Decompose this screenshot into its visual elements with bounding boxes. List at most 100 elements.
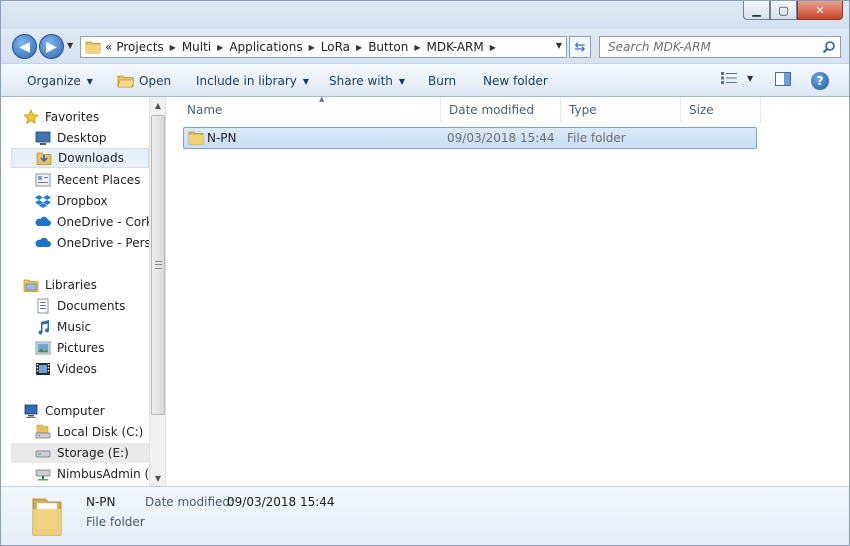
- documents-icon: [37, 298, 49, 314]
- preview-pane-button[interactable]: [775, 72, 791, 86]
- breadcrumb-lora[interactable]: LoRa: [321, 40, 350, 54]
- explorer-window: ▁ ▢ ✕ ◀ ▶ ▼ « Projects ▶ Multi ▶ Applica…: [0, 0, 850, 546]
- forward-button[interactable]: ▶: [39, 34, 64, 59]
- nav-dropbox[interactable]: Dropbox: [35, 191, 149, 211]
- nav-music[interactable]: Music: [35, 317, 149, 337]
- column-header-size[interactable]: Size: [681, 97, 761, 123]
- column-label: Type: [569, 103, 597, 117]
- music-icon: [38, 320, 49, 335]
- nav-local-disk[interactable]: Local Disk (C:): [35, 422, 149, 442]
- table-row[interactable]: N-PN 09/03/2018 15:44 File folder: [183, 127, 757, 149]
- nav-nimbusadmin[interactable]: NimbusAdmin (\: [35, 464, 149, 484]
- column-header-name[interactable]: ▲ Name: [179, 95, 441, 123]
- chevron-down-icon: ▼: [302, 76, 310, 86]
- preview-pane-icon: [775, 72, 791, 86]
- recent-pages-dropdown[interactable]: ▼: [67, 41, 73, 50]
- column-label: Date modified: [449, 103, 535, 117]
- nav-computer[interactable]: Computer: [23, 401, 147, 421]
- sort-ascending-icon: ▲: [319, 95, 325, 103]
- column-header-date-modified[interactable]: Date modified: [441, 97, 561, 123]
- help-icon: ?: [811, 72, 829, 90]
- include-in-library-button[interactable]: Include in library ▼: [196, 74, 309, 88]
- breadcrumb-applications[interactable]: Applications: [229, 40, 302, 54]
- details-type: File folder: [86, 515, 145, 529]
- breadcrumb: « Projects ▶ Multi ▶ Applications ▶ LoRa…: [105, 40, 502, 54]
- file-type: File folder: [567, 131, 626, 145]
- chevron-right-icon[interactable]: ▶: [217, 43, 223, 52]
- search-input[interactable]: [600, 37, 810, 57]
- open-button[interactable]: Open: [117, 74, 171, 88]
- nav-scrollbar[interactable]: ▲ ▼: [149, 97, 165, 486]
- nav-storage[interactable]: Storage (E:): [11, 443, 149, 463]
- chevron-right-icon[interactable]: ▶: [490, 43, 496, 52]
- nav-label: Computer: [45, 404, 105, 418]
- refresh-button[interactable]: ⇆: [569, 36, 591, 58]
- file-list: ▲ Name Date modified Type Size N-PN 09/0…: [167, 95, 849, 486]
- organize-label: Organize: [27, 74, 81, 88]
- nav-downloads[interactable]: Downloads: [11, 148, 149, 168]
- scroll-up-icon[interactable]: ▲: [150, 97, 165, 113]
- nav-label: Local Disk (C:): [57, 425, 144, 439]
- nav-favorites[interactable]: Favorites: [23, 107, 147, 127]
- chevron-right-icon[interactable]: ▶: [309, 43, 315, 52]
- minimize-button[interactable]: ▁: [743, 1, 770, 20]
- window-controls: ▁ ▢ ✕: [743, 1, 843, 20]
- nav-label: OneDrive - Cork I: [57, 215, 149, 229]
- breadcrumb-mdk-arm[interactable]: MDK-ARM: [427, 40, 484, 54]
- nav-documents[interactable]: Documents: [35, 296, 149, 316]
- minimize-icon: ▁: [752, 3, 761, 17]
- column-label: Size: [689, 103, 714, 117]
- breadcrumb-multi[interactable]: Multi: [182, 40, 211, 54]
- nav-libraries[interactable]: Libraries: [23, 275, 147, 295]
- drive-icon: [35, 424, 51, 439]
- breadcrumb-overflow[interactable]: «: [105, 40, 112, 54]
- nav-onedrive-personal[interactable]: OneDrive - Perso: [35, 233, 149, 253]
- nav-videos[interactable]: Videos: [35, 359, 149, 379]
- search-icon[interactable]: [822, 40, 836, 54]
- burn-button[interactable]: Burn: [428, 74, 456, 88]
- nav-label: Recent Places: [57, 173, 141, 187]
- details-date-modified-label: Date modified:: [145, 495, 235, 509]
- details-pane: N-PN File folder Date modified: 09/03/20…: [1, 486, 849, 545]
- onedrive-icon: [35, 216, 51, 226]
- details-name: N-PN: [86, 495, 116, 509]
- nav-onedrive-cork[interactable]: OneDrive - Cork I: [35, 212, 149, 232]
- chevron-down-icon: ▼: [86, 76, 93, 86]
- navigation-pane: Favorites Desktop Downloads Recent Place…: [1, 97, 166, 486]
- help-button[interactable]: ?: [811, 72, 829, 90]
- chevron-down-icon[interactable]: ▼: [747, 74, 753, 83]
- breadcrumb-projects[interactable]: Projects: [116, 40, 163, 54]
- address-row: ◀ ▶ ▼ « Projects ▶ Multi ▶ Applications …: [1, 29, 849, 63]
- refresh-icon: ⇆: [574, 39, 586, 55]
- chevron-right-icon[interactable]: ▶: [356, 43, 362, 52]
- chevron-right-icon[interactable]: ▶: [414, 43, 420, 52]
- chevron-right-icon[interactable]: ▶: [170, 43, 176, 52]
- column-label: Name: [187, 103, 223, 117]
- address-history-dropdown[interactable]: ▼: [556, 41, 562, 50]
- column-header-type[interactable]: Type: [561, 97, 681, 123]
- back-button[interactable]: ◀: [12, 34, 37, 59]
- details-date-modified-value: 09/03/2018 15:44: [227, 495, 335, 509]
- maximize-button[interactable]: ▢: [770, 1, 797, 20]
- nav-desktop[interactable]: Desktop: [35, 128, 149, 148]
- scroll-thumb[interactable]: [151, 115, 165, 415]
- nav-label: Videos: [57, 362, 97, 376]
- file-name: N-PN: [207, 131, 237, 145]
- new-folder-button[interactable]: New folder: [483, 74, 548, 88]
- nav-recent-places[interactable]: Recent Places: [35, 170, 149, 190]
- dropbox-icon: [35, 195, 51, 208]
- close-button[interactable]: ✕: [797, 1, 843, 20]
- change-view-button[interactable]: ▼: [721, 72, 753, 84]
- organize-button[interactable]: Organize ▼: [27, 74, 93, 88]
- breadcrumb-button[interactable]: Button: [368, 40, 408, 54]
- address-bar[interactable]: « Projects ▶ Multi ▶ Applications ▶ LoRa…: [80, 36, 567, 58]
- close-icon: ✕: [815, 3, 825, 17]
- scroll-down-icon[interactable]: ▼: [150, 470, 165, 486]
- burn-label: Burn: [428, 74, 457, 88]
- nav-pictures[interactable]: Pictures: [35, 338, 149, 358]
- drive-icon: [35, 450, 51, 458]
- share-with-button[interactable]: Share with ▼: [329, 74, 405, 88]
- search-box[interactable]: [599, 36, 841, 58]
- nav-label: Dropbox: [57, 194, 108, 208]
- nav-label: Music: [57, 320, 92, 334]
